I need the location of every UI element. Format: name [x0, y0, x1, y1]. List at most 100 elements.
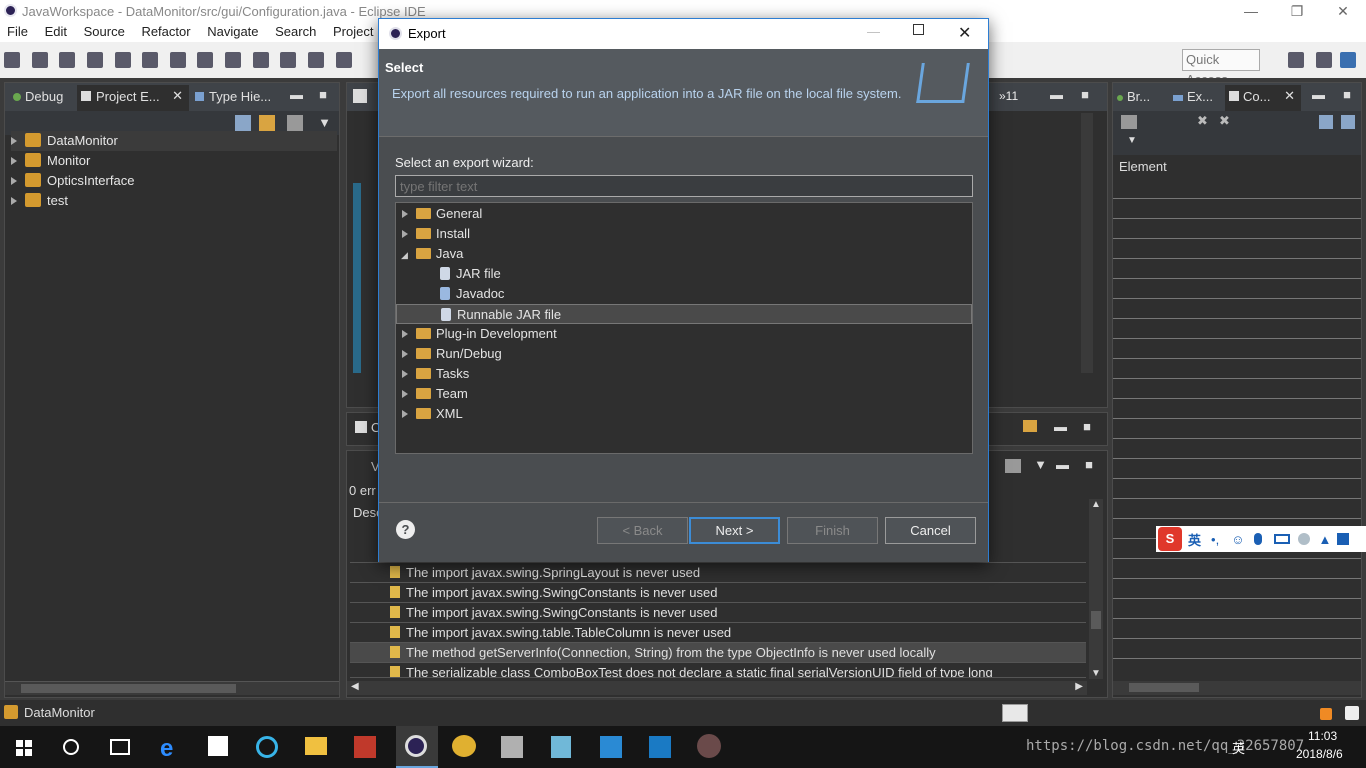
view-menu-icon[interactable]: ▼ — [318, 115, 331, 130]
status-task-icon[interactable] — [1002, 704, 1028, 722]
tab-project-explorer[interactable]: Project E... ✕ — [77, 85, 189, 111]
menu-project[interactable]: Project — [333, 24, 373, 39]
table-row[interactable]: The import javax.swing.SpringLayout is n… — [350, 563, 1086, 583]
skip-breakpoints-icon[interactable] — [142, 52, 159, 68]
tree-item-monitor[interactable]: Monitor — [11, 151, 90, 171]
window-app-icon[interactable] — [600, 736, 622, 758]
resume-icon[interactable] — [169, 52, 186, 68]
sogou-logo-icon[interactable]: S — [1158, 527, 1182, 551]
tree-item-jar-file[interactable]: JAR file — [396, 264, 972, 284]
menu-file[interactable]: File — [7, 24, 28, 39]
step-over-icon[interactable] — [307, 52, 324, 68]
maximize-view-icon[interactable]: ■ — [1343, 87, 1351, 102]
edge-icon[interactable]: e — [160, 735, 173, 763]
new-wizard-icon[interactable] — [31, 52, 48, 68]
tree-item-xml[interactable]: XML — [396, 404, 972, 424]
scroll-left-icon[interactable]: ◀ — [351, 681, 359, 692]
notes-icon[interactable] — [551, 736, 571, 758]
dialog-maximize-icon[interactable] — [913, 24, 924, 35]
dialog-close-icon[interactable]: ✕ — [958, 23, 971, 43]
minimize-view-icon[interactable]: ▬ — [1312, 87, 1325, 102]
maximize-view-icon[interactable]: ■ — [1085, 457, 1093, 472]
debug-perspective-icon[interactable] — [1340, 52, 1356, 68]
app-red-icon[interactable] — [354, 736, 376, 758]
expand-icon[interactable] — [402, 230, 408, 238]
save-all-icon[interactable] — [86, 52, 103, 68]
element-column-header[interactable]: Element — [1119, 159, 1167, 174]
tools-icon[interactable] — [501, 736, 523, 758]
collapse-icon[interactable]: ◢ — [401, 245, 408, 265]
tree-item-java[interactable]: ◢ Java — [396, 244, 972, 264]
wizard-filter-input[interactable] — [395, 175, 973, 197]
warning-status-icon[interactable] — [1345, 706, 1359, 720]
table-row[interactable]: The method getServerInfo(Connection, Str… — [350, 643, 1086, 663]
expand-icon[interactable] — [402, 350, 408, 358]
clock-date[interactable]: 2018/8/6 — [1296, 747, 1343, 761]
maximize-view-icon[interactable]: ■ — [1083, 419, 1091, 434]
windows-start-icon[interactable] — [16, 740, 32, 756]
tree-item-plugin-development[interactable]: Plug-in Development — [396, 324, 972, 344]
qq-browser-icon[interactable] — [256, 736, 278, 758]
view-filter-icon[interactable] — [1005, 459, 1021, 473]
minimize-view-icon[interactable]: ▬ — [1050, 87, 1063, 102]
maximize-view-icon[interactable]: ■ — [319, 87, 327, 102]
terminate-icon[interactable] — [225, 52, 241, 68]
view-filter-icon[interactable] — [287, 115, 303, 131]
tab-debug[interactable]: Debug — [13, 89, 63, 104]
scroll-up-icon[interactable]: ▲ — [1091, 499, 1101, 510]
dropdown-icon[interactable]: ▼ — [1127, 135, 1137, 146]
menu-search[interactable]: Search — [275, 24, 316, 39]
minimize-view-icon[interactable]: ▬ — [1054, 419, 1067, 434]
search-icon[interactable] — [63, 739, 79, 755]
keyboard-icon[interactable] — [1274, 534, 1291, 544]
ime-language[interactable]: 英 — [1188, 530, 1201, 549]
tree-item-datamonitor[interactable]: DataMonitor — [11, 131, 337, 151]
tab-console[interactable]: Co... ✕ — [1225, 85, 1301, 111]
minimize-view-icon[interactable]: ▬ — [290, 87, 303, 102]
expand-icon[interactable] — [402, 370, 408, 378]
link-editor-icon[interactable] — [259, 115, 275, 131]
store-icon[interactable] — [208, 736, 228, 756]
horizontal-scrollbar[interactable] — [5, 681, 339, 695]
problems-vertical-scrollbar[interactable]: ▲ ▼ — [1089, 499, 1103, 679]
restore-icon[interactable]: ❐ — [1274, 0, 1320, 22]
suspend-icon[interactable] — [197, 52, 214, 68]
help-icon[interactable]: ? — [396, 520, 415, 539]
clock-time[interactable]: 11:03 — [1308, 729, 1337, 743]
table-row[interactable]: The import javax.swing.SwingConstants is… — [350, 603, 1086, 623]
expand-icon[interactable] — [402, 410, 408, 418]
scrollbar-thumb[interactable] — [21, 684, 236, 693]
expand-icon[interactable] — [11, 157, 17, 165]
tab-breakpoints[interactable]: Br... — [1117, 89, 1150, 104]
editor-vertical-scrollbar[interactable] — [1081, 113, 1093, 373]
tree-item-tasks[interactable]: Tasks — [396, 364, 972, 384]
step-return-icon[interactable] — [335, 52, 352, 68]
tab-type-hierarchy[interactable]: Type Hie... — [195, 89, 271, 104]
tray-lang[interactable]: 英 — [1232, 738, 1245, 757]
finish-button[interactable]: Finish — [787, 517, 878, 544]
next-button[interactable]: Next > — [689, 517, 780, 544]
close-tab-icon[interactable]: ✕ — [172, 88, 183, 104]
new-item-icon[interactable] — [1023, 420, 1037, 432]
expand-icon[interactable] — [11, 177, 17, 185]
send-app-icon[interactable] — [649, 736, 671, 758]
table-row[interactable]: The import javax.swing.table.TableColumn… — [350, 623, 1086, 643]
debug-profile-icon[interactable] — [114, 52, 131, 68]
tree-item-run-debug[interactable]: Run/Debug — [396, 344, 972, 364]
scroll-right-icon[interactable]: ▶ — [1075, 681, 1083, 692]
task-view-icon[interactable] — [110, 739, 130, 755]
close-tab-icon[interactable]: ✕ — [1284, 88, 1295, 104]
view-menu-icon[interactable]: ▼ — [1034, 457, 1047, 472]
menu-navigate[interactable]: Navigate — [207, 24, 258, 39]
tree-item-install[interactable]: Install — [396, 224, 972, 244]
java-perspective-icon[interactable] — [1316, 52, 1332, 68]
problems-horizontal-scrollbar[interactable]: ◀ ▶ — [347, 681, 1087, 695]
emoji-icon[interactable]: ☺ — [1231, 532, 1244, 547]
menu-refactor[interactable]: Refactor — [141, 24, 190, 39]
user-icon[interactable] — [1298, 533, 1311, 545]
sync-icon[interactable] — [1341, 115, 1355, 129]
tree-item-runnable-jar-file[interactable]: Runnable JAR file — [396, 304, 972, 324]
expand-icon[interactable] — [402, 390, 408, 398]
minimize-icon[interactable]: — — [1228, 0, 1274, 22]
rss-icon[interactable] — [1320, 708, 1332, 720]
